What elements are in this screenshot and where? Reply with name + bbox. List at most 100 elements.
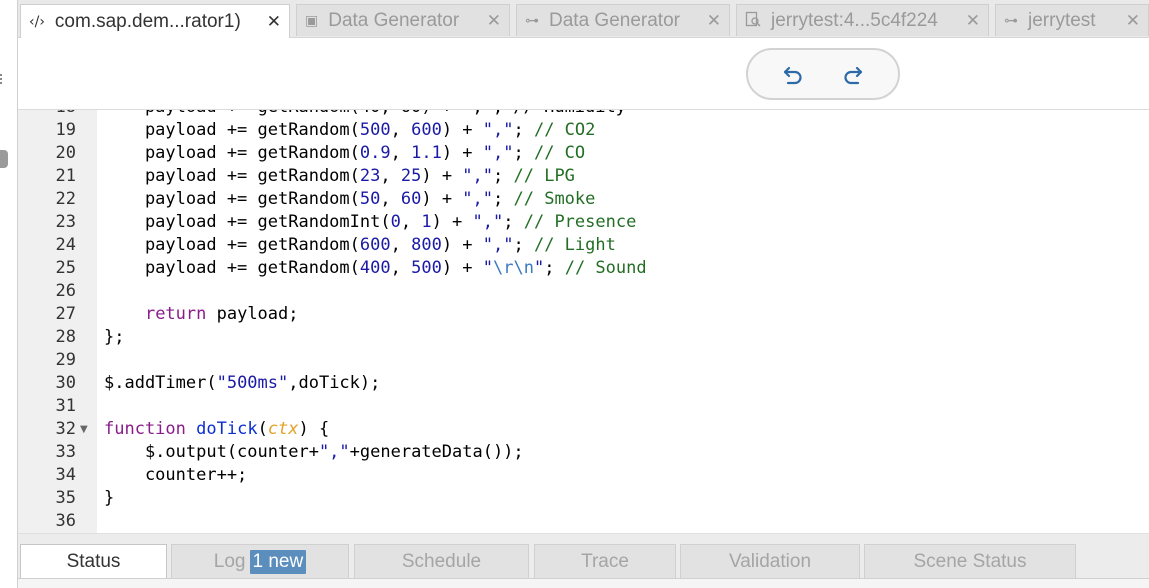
tab-label: com.sap.dem...rator1)	[54, 10, 241, 32]
code-line[interactable]: 23 payload += getRandomInt(0, 1) + ","; …	[18, 211, 1149, 234]
code-line[interactable]: 22 payload += getRandom(50, 60) + ","; /…	[18, 188, 1149, 211]
tab-jerrytest-instance[interactable]: jerrytest:4...5c4f224 ✕	[736, 4, 989, 36]
undo-button[interactable]	[780, 61, 806, 87]
line-number: 22	[55, 189, 76, 209]
tab-log[interactable]: Log 1 new	[171, 544, 349, 578]
tab-status[interactable]: Status	[20, 544, 167, 578]
code-line[interactable]: 20 payload += getRandom(0.9, 1.1) + ",";…	[18, 142, 1149, 165]
code-line[interactable]: 28};	[18, 326, 1149, 349]
bottom-panel-tabs: Status Log 1 new Schedule Trace Validati…	[18, 534, 1149, 588]
line-number: 30	[55, 373, 76, 393]
code-line[interactable]: 36	[18, 510, 1149, 533]
tab-label: Validation	[728, 550, 812, 572]
code-text: $.output(counter+","+generateData());	[104, 441, 524, 464]
line-number: 23	[55, 212, 76, 232]
code-token: ;	[544, 258, 565, 278]
code-token: ,doTick);	[288, 373, 381, 393]
tab-data-generator-operator[interactable]: ▣ Data Generator ✕	[296, 4, 510, 36]
code-line[interactable]: 30 $.addTimer("500ms",doTick);	[18, 372, 1149, 395]
code-token: ;	[513, 120, 534, 140]
new-count-badge: 1 new	[249, 549, 307, 574]
side-scrollbar-thumb[interactable]	[0, 150, 8, 168]
code-token: payload +=	[104, 212, 258, 232]
fold-toggle-icon[interactable]: ▼	[80, 418, 88, 441]
code-token: "	[482, 258, 494, 278]
line-number: 34	[55, 465, 76, 485]
code-text: function doTick(ctx) {	[104, 418, 329, 441]
tab-label: Log	[213, 550, 246, 572]
code-token: ) {	[298, 419, 330, 439]
code-token: 1.1	[411, 143, 442, 163]
code-line[interactable]: 24 payload += getRandom(600, 800) + ",";…	[18, 234, 1149, 257]
editor-tab-bar: ‹/› com.sap.dem...rator1) ✕ ▣ Data Gener…	[18, 0, 1149, 38]
code-line[interactable]: 19 payload += getRandom(500, 600) + ",";…	[18, 119, 1149, 142]
close-icon[interactable]: ✕	[966, 11, 980, 31]
code-line[interactable]: 33 $.output(counter+","+generateData());	[18, 441, 1149, 464]
code-line[interactable]: 35}	[18, 487, 1149, 510]
code-token: 500	[359, 120, 391, 140]
code-token: // Light	[533, 235, 616, 255]
tab-trace[interactable]: Trace	[534, 544, 676, 578]
code-token: ;	[513, 235, 534, 255]
code-line[interactable]: 21 payload += getRandom(23, 25) + ","; /…	[18, 165, 1149, 188]
splitter-handle[interactable]	[0, 74, 4, 84]
code-token: };	[104, 327, 125, 347]
tab-label: jerrytest:4...5c4f224	[771, 9, 938, 31]
tab-label: Data Generator	[549, 9, 680, 31]
redo-button[interactable]	[840, 61, 866, 87]
code-token: payload +=	[104, 258, 258, 278]
code-token: ,	[390, 235, 412, 255]
tab-label: Schedule	[401, 550, 482, 572]
code-token: return	[144, 304, 207, 324]
code-line[interactable]: 32 ▼ function doTick(ctx) {	[18, 418, 1149, 441]
code-text: payload += getRandom(500, 600) + ","; //…	[104, 119, 595, 142]
tab-validation[interactable]: Validation	[680, 544, 860, 578]
code-line[interactable]: 31	[18, 395, 1149, 418]
code-token: ","	[472, 212, 504, 232]
tab-scene-status[interactable]: Scene Status	[864, 544, 1076, 578]
code-token: 25	[400, 166, 422, 186]
code-token: ;	[503, 212, 524, 232]
code-token: ","	[482, 120, 514, 140]
tab-jerrytest-graph[interactable]: ⊶ jerrytest ✕	[995, 4, 1149, 36]
code-line[interactable]: 25 payload += getRandom(400, 500) + "\r\…	[18, 257, 1149, 280]
code-token: counter++;	[104, 465, 248, 485]
code-line[interactable]: 27 return payload;	[18, 303, 1149, 326]
tab-data-generator-graph[interactable]: ⊶ Data Generator ✕	[516, 4, 730, 36]
code-line[interactable]: 26	[18, 280, 1149, 303]
line-number: 19	[55, 120, 76, 140]
bottom-panel-content	[18, 578, 1149, 588]
code-token: }	[104, 488, 115, 508]
close-icon[interactable]: ✕	[487, 11, 501, 31]
code-token: ;	[513, 143, 534, 163]
close-icon[interactable]: ✕	[267, 12, 281, 32]
code-token: ) +	[431, 212, 473, 232]
code-token: 0.9	[359, 143, 391, 163]
line-number: 32	[55, 419, 76, 439]
code-token: ","	[462, 166, 494, 186]
code-token: 400	[359, 258, 391, 278]
tab-label: Trace	[581, 550, 629, 572]
code-editor[interactable]: 18 payload += getRandom(40, 60) + ","; /…	[18, 110, 1149, 534]
code-text: payload += getRandom(0.9, 1.1) + ","; //…	[104, 142, 585, 165]
code-token: 1	[421, 212, 432, 232]
tab-schedule[interactable]: Schedule	[354, 544, 529, 578]
line-number: 25	[55, 258, 76, 278]
code-token: ) +	[441, 120, 483, 140]
code-line[interactable]: 34 counter++;	[18, 464, 1149, 487]
code-token: ","	[462, 189, 494, 209]
code-token: +generateData());	[349, 442, 524, 462]
line-number: 26	[55, 281, 76, 301]
tab-operator-script[interactable]: ‹/› com.sap.dem...rator1) ✕	[20, 4, 290, 38]
code-line[interactable]: 29	[18, 349, 1149, 372]
code-token: ","	[318, 442, 350, 462]
code-text: $.addTimer("500ms",doTick);	[104, 372, 380, 395]
close-icon[interactable]: ✕	[1126, 11, 1140, 31]
graph-icon: ⊶	[1004, 12, 1018, 29]
operator-icon: ▣	[305, 12, 319, 29]
code-text: payload += getRandom(50, 60) + ","; // S…	[104, 188, 595, 211]
close-icon[interactable]: ✕	[707, 11, 721, 31]
code-line[interactable]: 18 payload += getRandom(40, 60) + ","; /…	[18, 110, 1149, 119]
code-token: payload;	[206, 304, 299, 324]
